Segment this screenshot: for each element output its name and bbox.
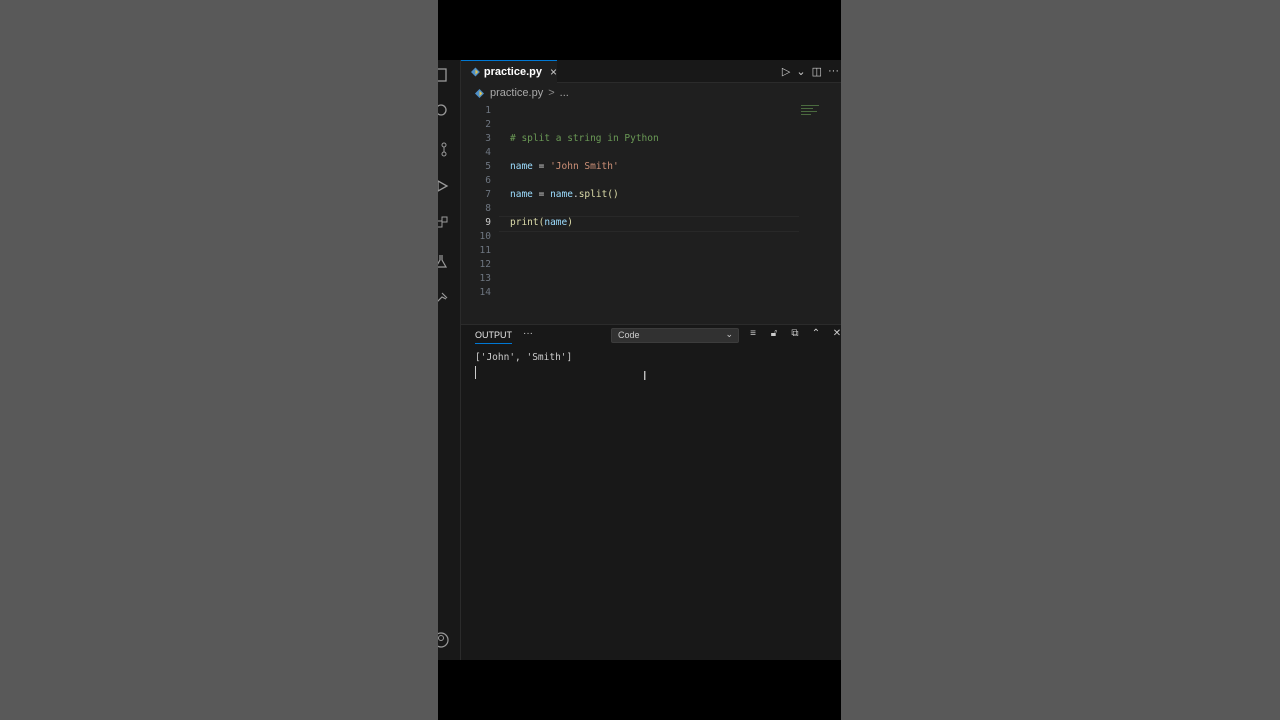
python-file-icon xyxy=(471,67,480,77)
comment-token: # split a string in Python xyxy=(510,133,659,144)
line-number: 7 xyxy=(485,189,491,200)
line-number: 4 xyxy=(485,147,491,158)
lock-scroll-icon[interactable]: 🔓︎ xyxy=(768,328,780,339)
code-line: 4 xyxy=(461,146,841,160)
line-number: 1 xyxy=(485,105,491,116)
line-number: 6 xyxy=(485,175,491,186)
variable-token: name xyxy=(510,161,533,172)
chevron-down-icon: ⌄ xyxy=(725,329,733,339)
open-in-editor-icon[interactable]: ⧉ xyxy=(789,328,801,339)
remote-explorer-icon[interactable] xyxy=(438,289,450,307)
code-line: 11 xyxy=(461,244,841,258)
line-number: 11 xyxy=(479,245,491,256)
account-icon[interactable] xyxy=(438,631,450,649)
code-line: 13 xyxy=(461,272,841,286)
tab-practice-py[interactable]: practice.py × xyxy=(461,60,557,83)
line-number: 10 xyxy=(479,231,491,242)
operator-token: = xyxy=(532,189,551,200)
python-file-icon xyxy=(475,88,484,98)
testing-icon[interactable] xyxy=(438,252,450,270)
line-number: 12 xyxy=(479,259,491,270)
code-line: 5 name = 'John Smith' xyxy=(461,160,841,174)
line-number: 5 xyxy=(485,161,491,172)
editor-actions: ▷ ⌄ ◫ ··· xyxy=(782,60,839,82)
line-number: 2 xyxy=(485,119,491,130)
code-line: 2 xyxy=(461,118,841,132)
tab-output[interactable]: OUTPUT xyxy=(475,330,512,344)
explorer-icon[interactable] xyxy=(438,66,450,84)
activity-bar xyxy=(438,60,461,660)
blurred-background-right xyxy=(841,0,1280,720)
extensions-icon[interactable] xyxy=(438,214,450,232)
more-actions-icon[interactable]: ··· xyxy=(828,65,839,77)
code-text: print(name) xyxy=(510,216,573,230)
code-line: 3 # split a string in Python xyxy=(461,132,841,146)
code-line-active: 9 print(name) xyxy=(461,216,841,230)
operator-token: = xyxy=(532,161,551,172)
source-control-icon[interactable] xyxy=(438,140,450,158)
close-tab-icon[interactable]: × xyxy=(550,65,557,79)
function-token: split xyxy=(578,189,608,200)
blurred-background-left xyxy=(0,0,438,720)
paren-token: () xyxy=(607,189,619,200)
code-line: 14 xyxy=(461,286,841,300)
variable-token: name xyxy=(550,189,573,200)
split-editor-icon[interactable]: ◫ xyxy=(812,65,822,78)
editor-tab-bar: practice.py × ▷ ⌄ ◫ ··· xyxy=(461,60,841,83)
tab-label: practice.py xyxy=(483,66,542,78)
panel-header: OUTPUT ··· Code ⌄ ≡ 🔓︎ ⧉ ⌃ ✕ xyxy=(461,325,841,347)
code-line: 7 name = name.split() xyxy=(461,188,841,202)
line-number: 13 xyxy=(479,273,491,284)
code-line: 10 xyxy=(461,230,841,244)
text-caret xyxy=(475,366,476,379)
video-frame: practice.py × ▷ ⌄ ◫ ··· practice.py > ..… xyxy=(438,0,841,720)
panel-more-icon[interactable]: ··· xyxy=(523,328,533,339)
close-panel-icon[interactable]: ✕ xyxy=(831,328,841,339)
paren-token: ) xyxy=(567,217,573,228)
output-channel-value: Code xyxy=(618,330,640,340)
run-menu-chevron-icon[interactable]: ⌄ xyxy=(796,65,805,78)
function-token: print xyxy=(510,217,539,228)
run-python-file-icon[interactable]: ▷ xyxy=(782,65,790,78)
code-line: 6 xyxy=(461,174,841,188)
vscode-window: practice.py × ▷ ⌄ ◫ ··· practice.py > ..… xyxy=(438,60,841,660)
clear-output-icon[interactable]: ≡ xyxy=(747,328,759,339)
maximize-panel-icon[interactable]: ⌃ xyxy=(810,328,822,339)
code-text: name = name.split() xyxy=(510,188,619,202)
code-line: 8 xyxy=(461,202,841,216)
code-line: 12 xyxy=(461,258,841,272)
search-icon[interactable] xyxy=(438,102,450,120)
string-token: 'John Smith' xyxy=(550,161,619,172)
line-number: 14 xyxy=(479,287,491,298)
minimap[interactable] xyxy=(801,105,823,119)
breadcrumb-separator: > xyxy=(548,87,555,99)
line-number: 3 xyxy=(485,133,491,144)
variable-token: name xyxy=(544,217,568,228)
code-editor[interactable]: 1 2 3 # split a string in Python 4 5 nam… xyxy=(461,103,841,325)
output-channel-select[interactable]: Code ⌄ xyxy=(611,328,739,343)
breadcrumb: practice.py > ... xyxy=(461,83,841,103)
line-number-active: 9 xyxy=(485,217,491,228)
line-number: 8 xyxy=(485,203,491,214)
variable-token: name xyxy=(510,189,533,200)
code-text: name = 'John Smith' xyxy=(510,160,619,174)
breadcrumb-symbols[interactable]: ... xyxy=(560,87,569,99)
code-line: 1 xyxy=(461,104,841,118)
run-debug-icon[interactable] xyxy=(438,177,450,195)
code-text: # split a string in Python xyxy=(510,132,659,146)
breadcrumb-file[interactable]: practice.py xyxy=(490,87,543,99)
mouse-ibeam-cursor-icon: I xyxy=(643,369,647,383)
output-text: ['John', 'Smith'] xyxy=(475,352,573,363)
panel-actions: ≡ 🔓︎ ⧉ ⌃ ✕ xyxy=(747,328,841,339)
output-panel: OUTPUT ··· Code ⌄ ≡ 🔓︎ ⧉ ⌃ ✕ ['John', 'S… xyxy=(461,324,841,660)
